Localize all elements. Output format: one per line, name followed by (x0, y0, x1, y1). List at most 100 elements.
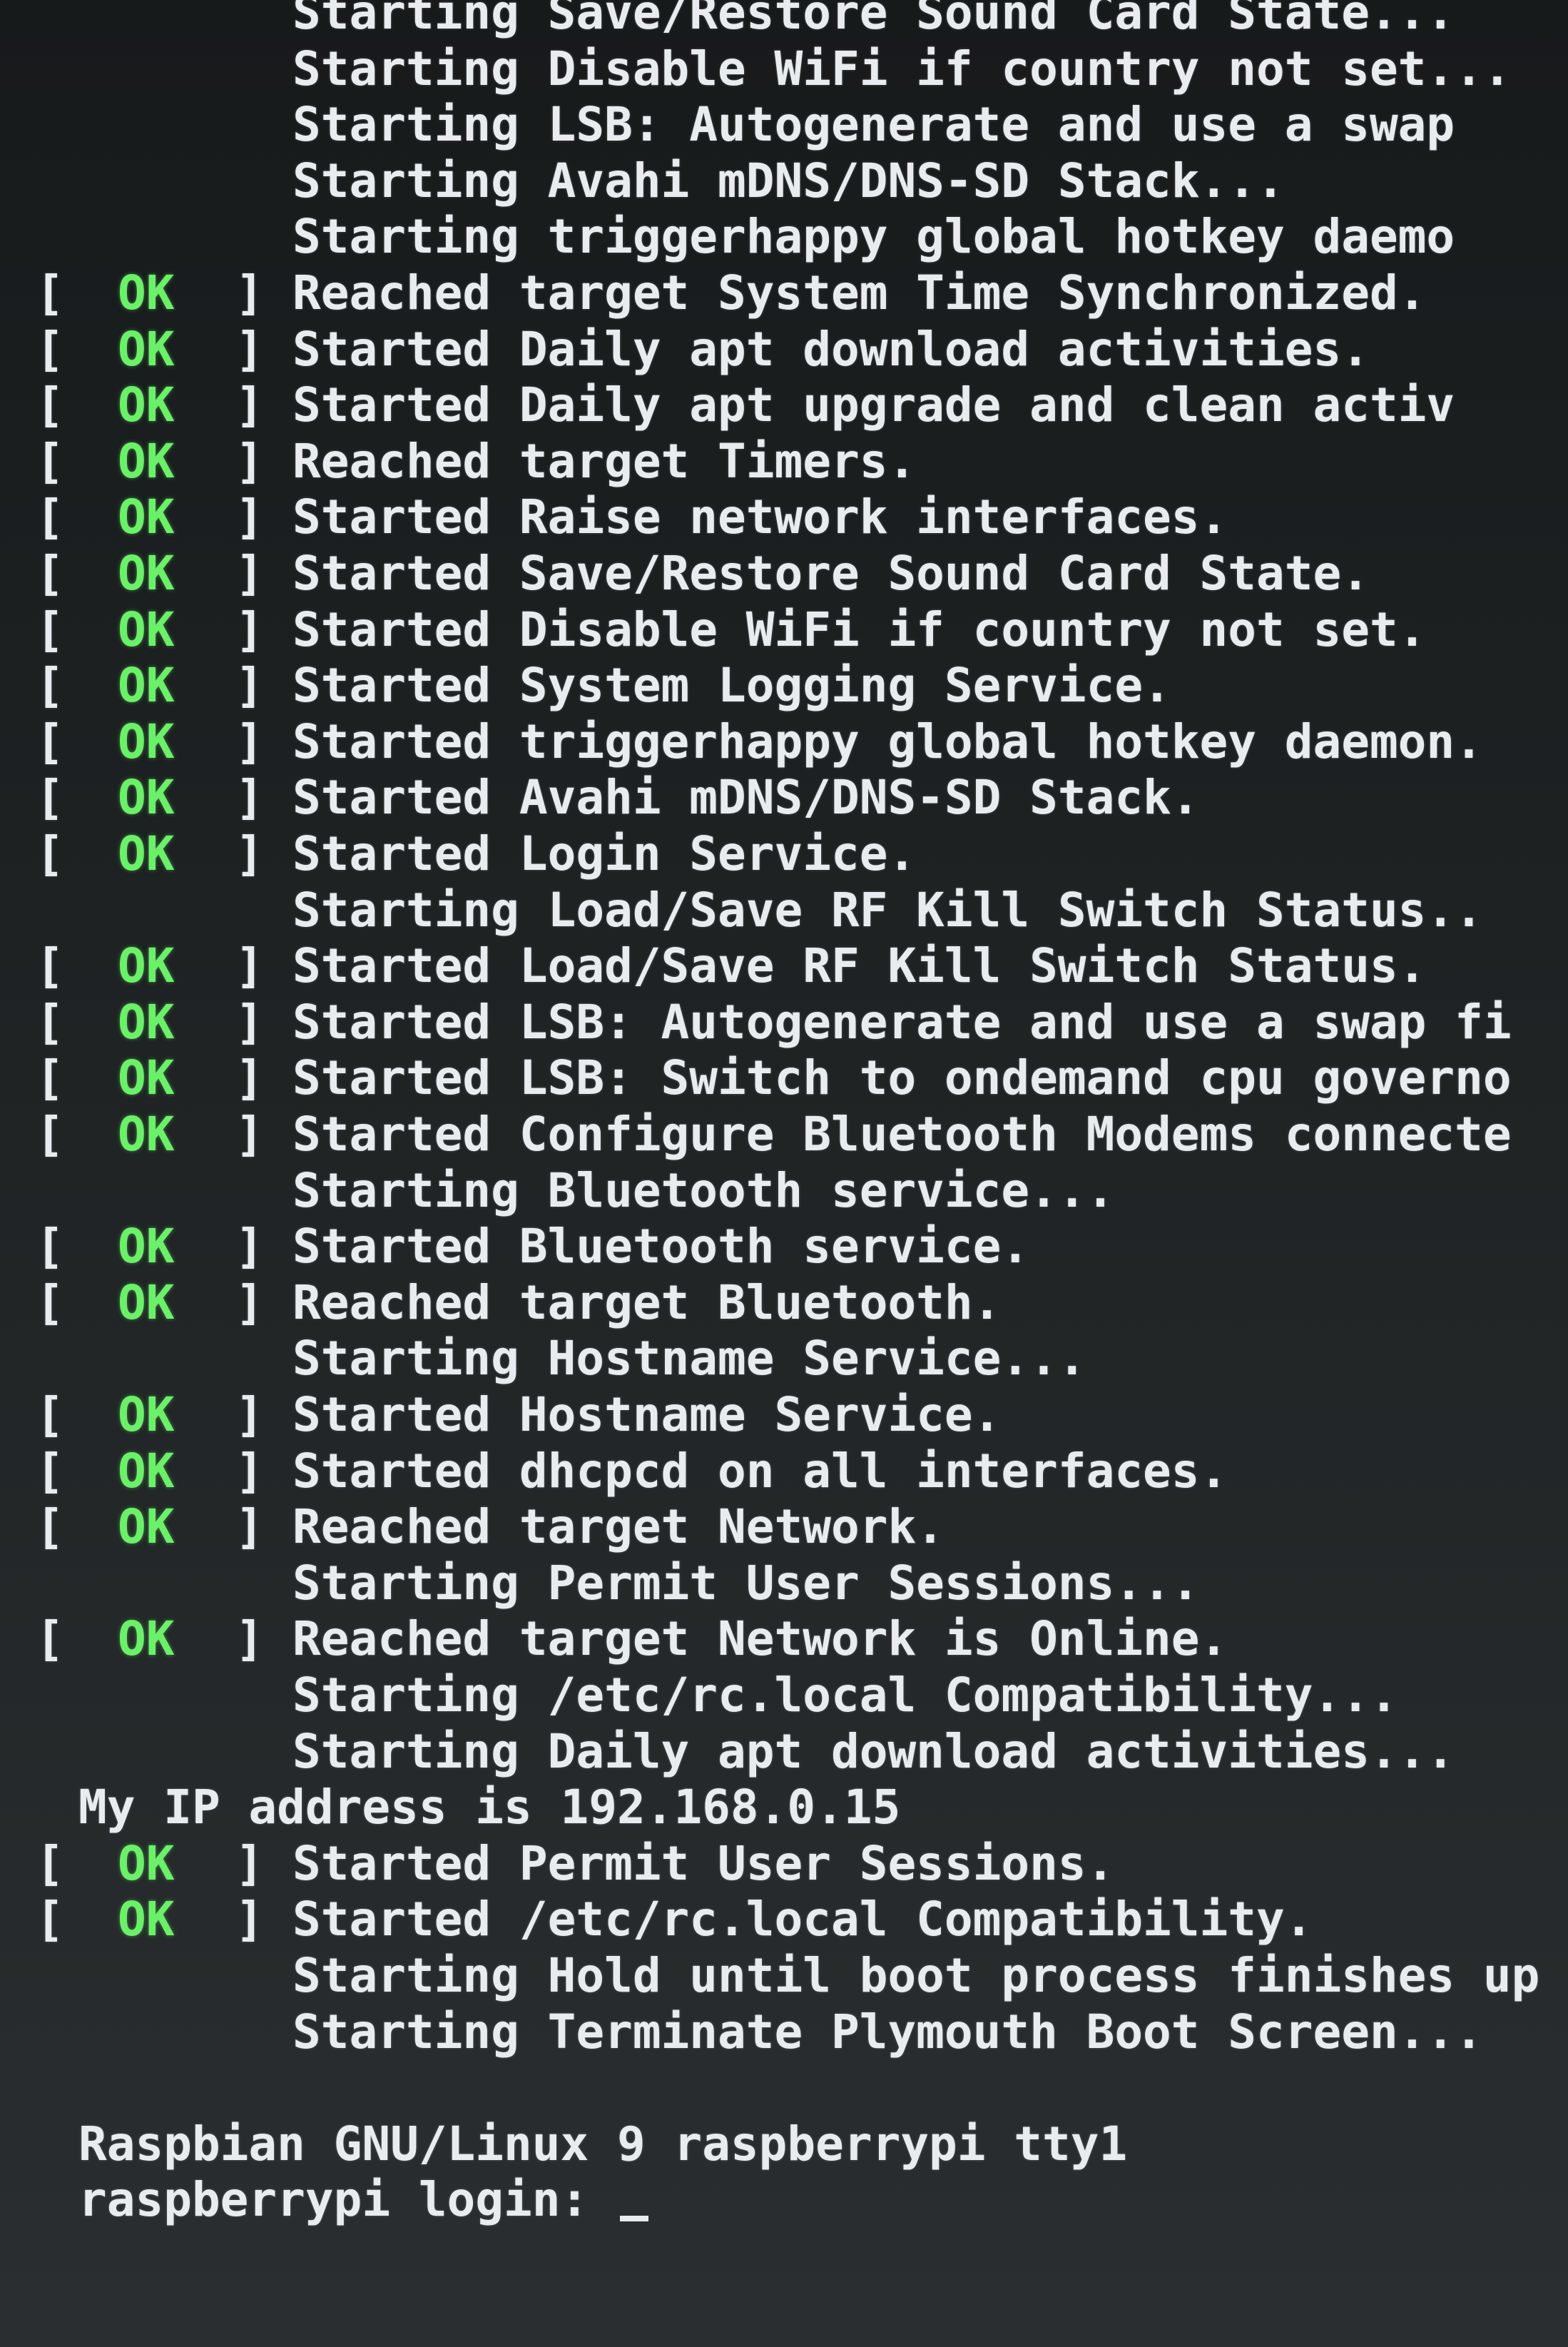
status-close-bracket: ] (235, 714, 264, 769)
status-open-bracket: [ (36, 1892, 64, 1947)
console-line: Starting Hostname Service... (0, 1330, 1568, 1387)
status-open-bracket: [ (36, 994, 64, 1050)
status-ok-badge: OK (118, 1107, 175, 1162)
status-ok-line: [OK] Reached target Timers. (0, 433, 1568, 490)
console-line: Starting triggerhappy global hotkey daem… (0, 208, 1568, 265)
status-open-bracket: [ (36, 546, 64, 601)
status-ok-line: [OK] Started Permit User Sessions. (0, 1835, 1568, 1892)
status-ok-line: [OK] Started Avahi mDNS/DNS-SD Stack. (0, 769, 1568, 826)
status-ok-line: [OK] Started LSB: Autogenerate and use a … (0, 994, 1568, 1051)
status-ok-badge: OK (118, 433, 175, 489)
status-open-bracket: [ (36, 770, 64, 826)
console-line: Starting Terminate Plymouth Boot Screen.… (0, 2004, 1568, 2061)
status-open-bracket: [ (36, 1443, 64, 1499)
info-message: Raspbian GNU/Linux 9 raspberrypi tty1 (78, 2116, 1128, 2171)
status-ok-line: [ OK] Started Daily apt download activitie… (0, 321, 1568, 378)
status-ok-line: [OK] Started Disable WiFi if country not … (0, 602, 1568, 659)
status-ok-badge: OK (118, 1892, 175, 1947)
status-message: Started /etc/rc.local Compatibility. (292, 1892, 1313, 1947)
status-message: Reached target Bluetooth. (292, 1274, 1002, 1330)
console-line: Raspbian GNU/Linux 9 raspberrypi tty1 (0, 2116, 1568, 2173)
status-ok-badge: OK (118, 938, 175, 994)
status-ok-line: [OK] Started Raise network interfaces. (0, 489, 1568, 546)
status-ok-badge: OK (118, 546, 175, 601)
login-prompt[interactable]: raspberrypi login: (78, 2171, 648, 2229)
console-line: Starting /etc/rc.local Compatibility... (0, 1667, 1568, 1724)
status-close-bracket: ] (235, 1611, 264, 1667)
status-message: Started Daily apt download activities. (292, 321, 1370, 377)
starting-message: Starting /etc/rc.local Compatibility... (292, 1668, 1398, 1723)
status-open-bracket: [ (36, 1219, 64, 1274)
starting-message: Starting Bluetooth service... (292, 1162, 1115, 1218)
status-close-bracket: ] (235, 546, 264, 601)
status-close-bracket: ] (235, 1835, 264, 1891)
status-ok-line: [OK] Reached target Bluetooth. (0, 1274, 1568, 1332)
status-close-bracket: ] (235, 265, 264, 320)
status-message: Reached target Network. (292, 1499, 945, 1555)
starting-message: Starting Disable WiFi if country not set… (292, 41, 1512, 96)
status-open-bracket: [ (36, 1835, 64, 1891)
status-open-bracket: [ (36, 1050, 64, 1106)
status-close-bracket: ] (235, 321, 264, 377)
starting-message: Starting Load/Save RF Kill Switch Status… (292, 882, 1483, 938)
status-open-bracket: [ (36, 377, 64, 433)
console-line: Starting Disable WiFi if country not set… (0, 41, 1568, 98)
status-open-bracket: [ (36, 490, 64, 545)
status-open-bracket: [ (36, 265, 64, 320)
status-ok-badge: OK (118, 1219, 175, 1274)
status-message: Started Save/Restore Sound Card State. (292, 546, 1370, 601)
console-line: Starting Hold until boot process finishe… (0, 1947, 1568, 2004)
status-ok-badge: OK (118, 1050, 175, 1106)
starting-message: Starting Save/Restore Sound Card State..… (292, 0, 1455, 40)
status-close-bracket: ] (235, 1050, 264, 1106)
starting-message: Starting Terminate Plymouth Boot Screen.… (292, 2004, 1483, 2059)
status-close-bracket: ] (235, 1387, 264, 1442)
terminal-screen: Starting Save/Restore Sound Card State..… (0, 0, 1568, 2347)
status-close-bracket: ] (235, 1443, 264, 1499)
console-line: Starting Save/Restore Sound Card State..… (0, 0, 1568, 41)
status-close-bracket: ] (235, 826, 264, 881)
status-open-bracket: [ (36, 658, 64, 714)
status-ok-line: [OK] Reached target Network is Online. (0, 1611, 1568, 1668)
console-line: Starting Bluetooth service... (0, 1162, 1568, 1220)
starting-message: Starting triggerhappy global hotkey daem… (292, 209, 1455, 265)
status-close-bracket: ] (235, 938, 264, 994)
starting-message: Starting Permit User Sessions... (292, 1555, 1200, 1611)
status-close-bracket: ] (235, 658, 264, 714)
status-close-bracket: ] (235, 1107, 264, 1162)
status-ok-line: [ OK] Started Login Service. (0, 826, 1568, 883)
status-open-bracket: [ (36, 826, 64, 881)
text-cursor[interactable] (619, 2216, 648, 2222)
starting-message: Starting Daily apt download activities..… (292, 1723, 1455, 1779)
status-ok-badge: OK (118, 1443, 175, 1499)
status-message: Started Disable WiFi if country not set. (292, 602, 1427, 657)
status-ok-badge: OK (118, 1835, 175, 1891)
status-ok-badge: OK (118, 658, 175, 714)
status-ok-badge: OK (118, 1499, 175, 1555)
status-ok-badge: OK (118, 770, 175, 826)
console-line: Starting Load/Save RF Kill Switch Status… (0, 882, 1568, 939)
status-ok-badge: OK (118, 826, 175, 881)
status-ok-badge: OK (118, 321, 175, 377)
status-message: Started LSB: Autogenerate and use a swap… (292, 994, 1512, 1050)
status-message: Started Bluetooth service. (292, 1219, 1030, 1274)
status-ok-line: [OK] Started /etc/rc.local Compatibility. (0, 1891, 1568, 1948)
boot-console-output: Starting Save/Restore Sound Card State..… (0, 0, 1568, 2347)
console-line: Starting Daily apt download activities..… (0, 1723, 1568, 1780)
status-ok-badge: OK (118, 1611, 175, 1667)
status-ok-badge: OK (118, 1387, 175, 1442)
status-close-bracket: ] (235, 433, 264, 489)
status-open-bracket: [ (36, 321, 64, 377)
status-ok-line: [OK] Started Configure Bluetooth Modems c… (0, 1106, 1568, 1163)
status-message: Started Load/Save RF Kill Switch Status. (292, 938, 1427, 994)
status-message: Started dhcpcd on all interfaces. (292, 1443, 1228, 1499)
status-message: Started Login Service. (292, 826, 917, 881)
starting-message: Starting Avahi mDNS/DNS-SD Stack... (292, 153, 1285, 208)
status-message: Reached target System Time Synchronized. (292, 265, 1427, 320)
status-open-bracket: [ (36, 1611, 64, 1667)
status-message: Started Hostname Service. (292, 1387, 1002, 1442)
console-line: Starting Permit User Sessions... (0, 1555, 1568, 1612)
status-open-bracket: [ (36, 714, 64, 769)
info-message: My IP address is 192.168.0.15 (78, 1780, 901, 1835)
